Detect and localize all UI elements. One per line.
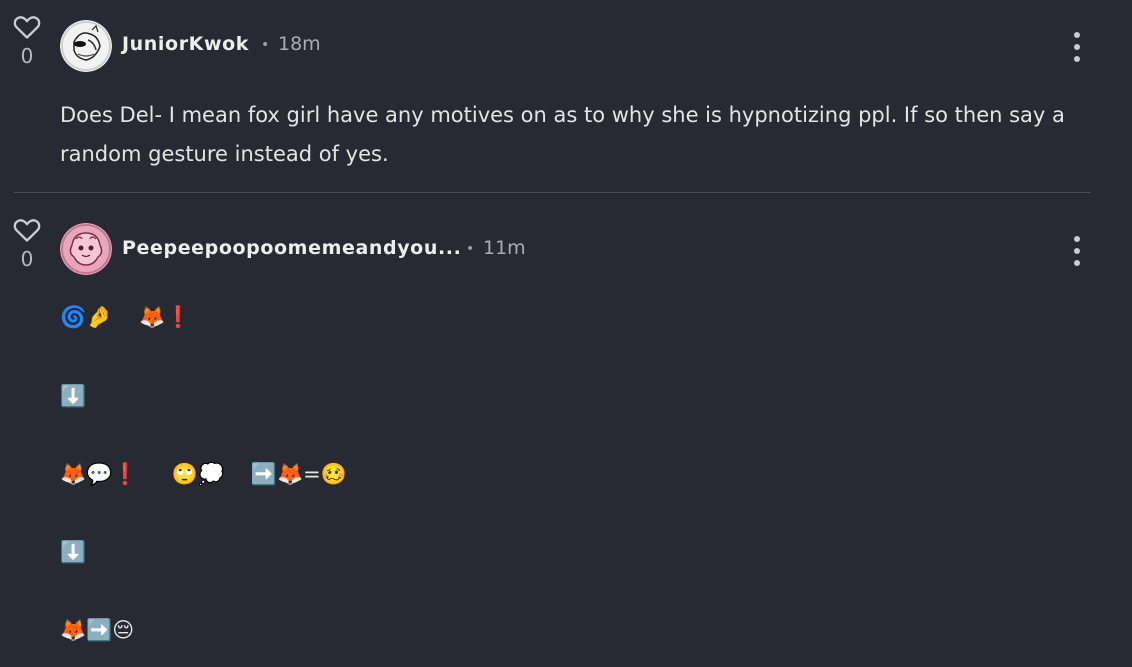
avatar[interactable]	[60, 20, 112, 72]
like-control: 0	[12, 217, 42, 269]
timestamp: 18m	[278, 33, 321, 55]
avatar-image	[60, 223, 112, 275]
comment-thread: 0 JuniorKwok • 18m Does Del- I mean fox …	[0, 0, 1132, 667]
comment-1: 0 JuniorKwok • 18m Does Del- I mean fox …	[0, 0, 1132, 192]
separator-dot: •	[466, 241, 475, 257]
more-options-icon[interactable]	[1068, 32, 1086, 62]
like-count: 0	[20, 247, 34, 271]
avatar[interactable]	[60, 223, 112, 275]
more-options-icon[interactable]	[1068, 236, 1086, 266]
author-name[interactable]: Peepeepoopoomemeandyou...	[122, 237, 461, 259]
heart-icon[interactable]	[13, 14, 41, 40]
emoji-line: 🦊💬❗ 🙄💭 ➡️🦊=🥴	[60, 462, 347, 486]
emoji-line: 🦊➡️😔	[60, 618, 135, 642]
emoji-line: ⬇️	[60, 384, 87, 408]
like-control: 0	[12, 14, 42, 66]
emoji-line: ⬇️	[60, 540, 87, 564]
avatar-image	[60, 20, 112, 72]
timestamp: 11m	[483, 237, 526, 259]
author-name[interactable]: JuniorKwok	[122, 33, 249, 55]
like-count: 0	[20, 44, 34, 68]
heart-icon[interactable]	[13, 217, 41, 243]
separator-dot: •	[261, 37, 270, 53]
emoji-line: 🌀🤌 🦊❗	[60, 305, 192, 329]
comment-2: 0 Peepeepoopoomemeandyou... • 11m 🌀🤌 🦊❗ …	[0, 193, 1132, 667]
comment-text: Does Del- I mean fox girl have any motiv…	[60, 103, 1065, 166]
